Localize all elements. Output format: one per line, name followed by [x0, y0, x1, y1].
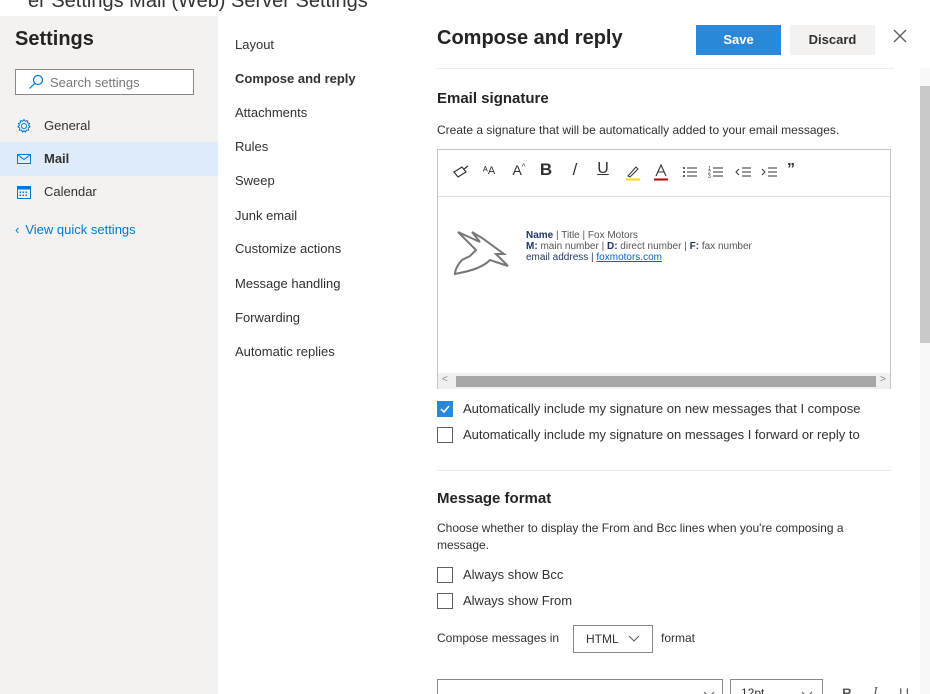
editor-toolbar: ᴬA A^ B / U 123 ”	[438, 150, 890, 197]
scrollbar-thumb[interactable]	[456, 376, 876, 387]
message-format-heading: Message format	[437, 490, 552, 507]
save-button[interactable]: Save	[696, 25, 781, 55]
bullets-icon[interactable]	[682, 162, 698, 182]
nav-label-calendar: Calendar	[44, 184, 97, 199]
sig-d-value: direct number |	[617, 241, 690, 252]
scroll-left-icon[interactable]: <	[442, 374, 448, 385]
fox-motors-logo	[453, 231, 509, 276]
settings-title: Settings	[15, 28, 94, 50]
default-underline-icon[interactable]: U	[899, 685, 909, 694]
italic-icon[interactable]: /	[568, 160, 582, 180]
always-show-from-label: Always show From	[463, 593, 573, 608]
default-font-row: 12pt B I U	[437, 679, 930, 694]
nav-item-calendar[interactable]: Calendar	[0, 175, 218, 209]
email-signature-heading: Email signature	[437, 90, 549, 107]
always-show-bcc-label: Always show Bcc	[463, 567, 564, 582]
font-color-icon[interactable]	[653, 162, 669, 182]
sig-email: email address |	[526, 252, 597, 263]
nav-label-mail: Mail	[44, 151, 70, 166]
view-quick-settings-label: View quick settings	[25, 222, 136, 237]
nav-item-mail[interactable]: Mail	[0, 142, 218, 176]
subnav-item-attachments[interactable]: Attachments	[235, 105, 307, 120]
include-on-new-label: Automatically include my signature on ne…	[463, 401, 861, 416]
settings-left-pane: Settings Search settings General Mail Ca…	[0, 16, 218, 694]
sig-website-link[interactable]: foxmotors.com	[596, 252, 662, 263]
chevron-left-icon: ‹	[15, 222, 20, 237]
compose-reply-pane: Compose and reply Save Discard Email sig…	[408, 16, 930, 694]
sig-m-label: M:	[526, 241, 538, 252]
numbering-icon[interactable]: 123	[708, 162, 724, 182]
font-size-decrease-icon[interactable]: ᴬA	[478, 165, 500, 185]
chevron-down-icon	[628, 635, 640, 642]
mail-subnav: Layout Compose and reply Attachments Rul…	[218, 16, 408, 694]
signature-block: Name | Title | Fox Motors M: main number…	[452, 230, 872, 290]
top-strip: er Settings Mail (Web) Server Settings	[0, 0, 930, 16]
always-show-from-checkbox[interactable]	[437, 593, 453, 609]
chevron-down-icon	[703, 691, 715, 694]
signature-editor[interactable]: ᴬA A^ B / U 123 ” Name | Title | Fox Mot…	[437, 149, 891, 389]
close-icon[interactable]	[892, 28, 908, 44]
top-strip-text: er Settings Mail (Web) Server Settings	[28, 0, 368, 12]
sig-m-value: main number |	[537, 241, 607, 252]
increase-indent-icon[interactable]	[760, 162, 778, 182]
highlight-icon[interactable]	[624, 162, 642, 182]
view-quick-settings-link[interactable]: ‹ View quick settings	[15, 222, 136, 237]
discard-button[interactable]: Discard	[790, 25, 875, 55]
editor-horizontal-scrollbar[interactable]: < >	[438, 373, 890, 389]
signature-text: Name | Title | Fox Motors M: main number…	[526, 230, 752, 263]
include-on-new-checkbox[interactable]	[437, 401, 453, 417]
subnav-item-layout[interactable]: Layout	[235, 37, 274, 52]
subnav-item-forwarding[interactable]: Forwarding	[235, 310, 300, 325]
always-show-bcc-checkbox[interactable]	[437, 567, 453, 583]
search-placeholder: Search settings	[50, 75, 140, 90]
font-family-dropdown[interactable]	[437, 679, 723, 694]
font-size-value: 12pt	[741, 686, 765, 694]
svg-text:3: 3	[708, 174, 711, 180]
compose-format-suffix: format	[661, 631, 696, 645]
pane-vertical-scrollbar[interactable]	[920, 68, 930, 694]
sig-d-label: D:	[606, 241, 618, 252]
subnav-item-customize-actions[interactable]: Customize actions	[235, 241, 341, 256]
vertical-scrollbar-thumb[interactable]	[920, 86, 930, 343]
subnav-item-automatic-replies[interactable]: Automatic replies	[235, 344, 335, 359]
nav-item-general[interactable]: General	[0, 109, 218, 143]
gear-icon	[17, 118, 31, 133]
font-size-increase-icon[interactable]: A^	[510, 162, 528, 182]
quote-icon[interactable]: ”	[784, 161, 798, 181]
header-divider	[437, 68, 894, 69]
format-painter-icon[interactable]	[452, 162, 470, 182]
default-italic-icon[interactable]: I	[873, 685, 878, 694]
default-bold-icon[interactable]: B	[842, 685, 852, 694]
chevron-down-icon	[801, 691, 813, 694]
checkmark-icon	[440, 405, 450, 414]
email-signature-description: Create a signature that will be automati…	[437, 123, 840, 137]
search-input[interactable]: Search settings	[15, 69, 194, 95]
subnav-item-rules[interactable]: Rules	[235, 139, 268, 154]
sig-f-label: F:	[689, 241, 700, 252]
bold-icon[interactable]: B	[538, 160, 554, 180]
include-on-reply-checkbox[interactable]	[437, 427, 453, 443]
mail-icon	[17, 154, 31, 164]
page-title: Compose and reply	[437, 27, 623, 49]
sig-name: Name	[526, 230, 554, 241]
search-icon	[29, 74, 44, 89]
section-divider	[437, 470, 892, 471]
font-size-dropdown[interactable]: 12pt	[730, 679, 823, 694]
decrease-indent-icon[interactable]	[734, 162, 752, 182]
scroll-right-icon[interactable]: >	[880, 374, 886, 385]
message-format-description: Choose whether to display the From and B…	[437, 521, 844, 552]
include-on-reply-label: Automatically include my signature on me…	[463, 427, 860, 442]
subnav-item-compose-and-reply[interactable]: Compose and reply	[235, 71, 356, 86]
sig-title-line: | Title | Fox Motors	[553, 230, 638, 241]
compose-format-prefix: Compose messages in	[437, 631, 560, 645]
subnav-item-message-handling[interactable]: Message handling	[235, 276, 341, 291]
sig-f-value: fax number	[699, 241, 752, 252]
subnav-item-junk-email[interactable]: Junk email	[235, 208, 297, 223]
subnav-item-sweep[interactable]: Sweep	[235, 173, 275, 188]
compose-format-value: HTML	[586, 632, 619, 646]
compose-format-dropdown[interactable]: HTML	[573, 625, 653, 653]
nav-label-general: General	[44, 118, 91, 133]
calendar-icon	[17, 186, 31, 199]
underline-icon[interactable]: U	[595, 160, 611, 180]
